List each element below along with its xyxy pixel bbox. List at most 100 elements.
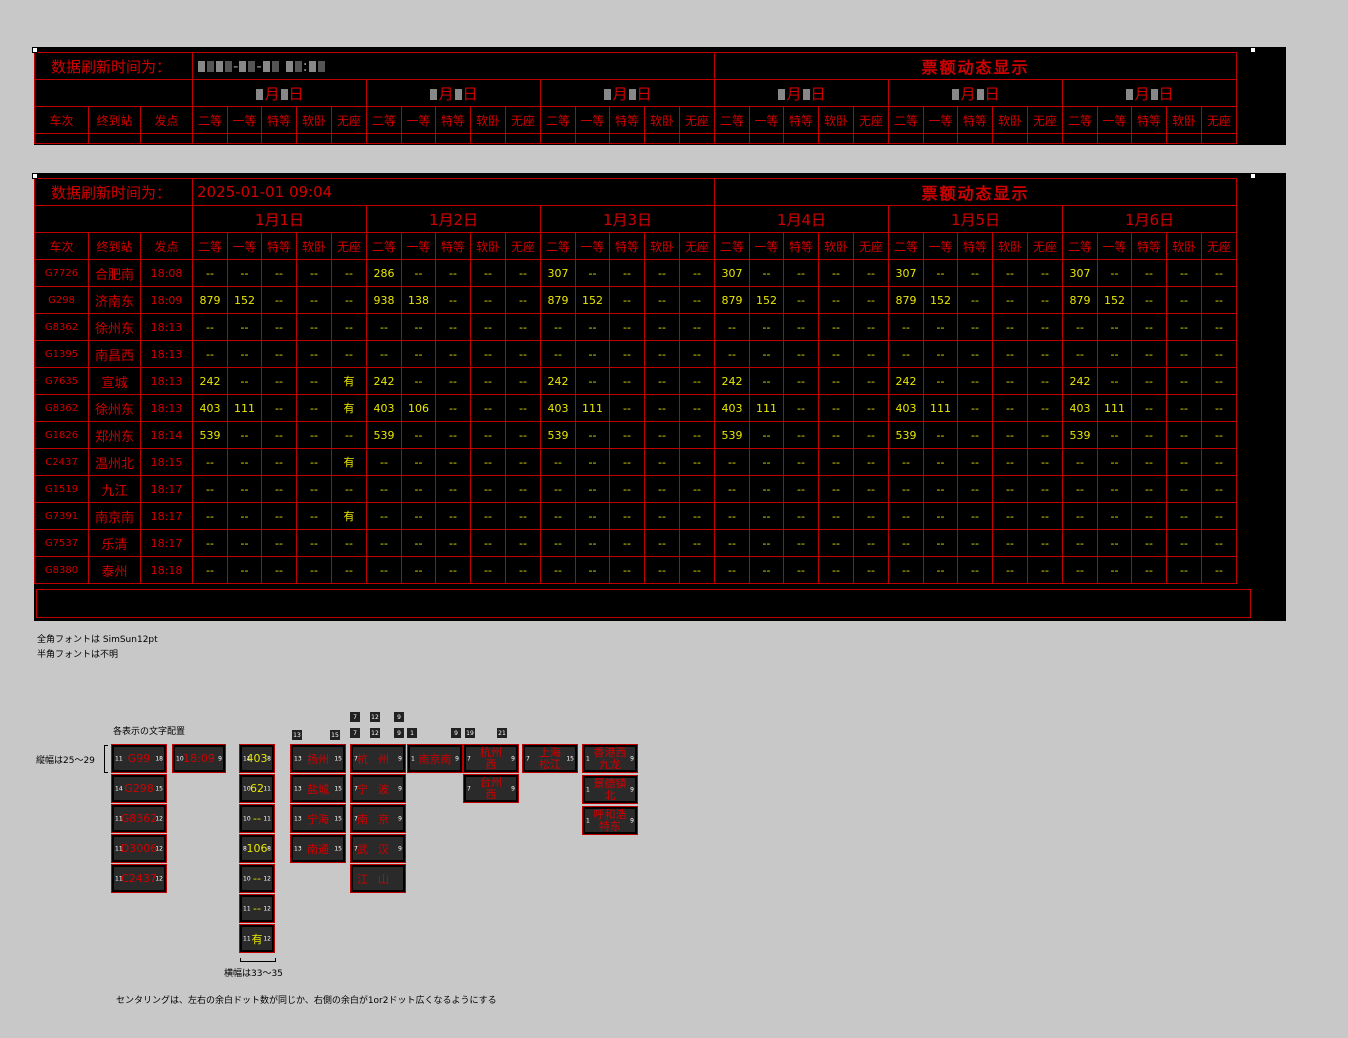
seat-type-header: 一等: [227, 106, 262, 134]
margin-right-dots: 12: [155, 875, 163, 882]
dot-count-tag: 12: [370, 728, 380, 738]
ticket-count: --: [331, 313, 367, 341]
ticket-count: --: [644, 259, 680, 287]
ticket-count: 539: [192, 421, 228, 449]
ticket-count: --: [331, 529, 367, 557]
ticket-count: --: [992, 448, 1028, 476]
seat-type-header: 二等: [714, 232, 750, 260]
margin-right-dots: 12: [263, 935, 271, 942]
margin-right-dots: 15: [334, 845, 342, 852]
ticket-count: 403: [714, 394, 750, 422]
ticket-count: --: [1097, 313, 1132, 341]
train-number: G8380: [34, 556, 89, 584]
margin-left-dots: 7: [354, 755, 358, 762]
ticket-count: --: [853, 502, 889, 530]
departure-time: 18:14: [140, 421, 193, 449]
margin-right-dots: 15: [334, 815, 342, 822]
ticket-count: --: [1131, 259, 1167, 287]
ticket-count: --: [227, 367, 262, 395]
ticket-count: --: [540, 475, 576, 503]
train-number: G1395: [34, 340, 89, 368]
ticket-count: 106: [401, 394, 436, 422]
station-sample: 扬州 13 15: [290, 744, 346, 773]
seat-type-header: 无座: [679, 232, 715, 260]
ticket-count: --: [818, 394, 854, 422]
ticket-count: --: [783, 340, 819, 368]
ticket-count: --: [192, 313, 228, 341]
ticket-count: --: [992, 340, 1028, 368]
ticket-count: --: [644, 286, 680, 314]
seat-type-header: 无座: [331, 106, 367, 134]
col-station: 终到站: [88, 106, 141, 134]
margin-left-dots: 10: [243, 785, 251, 792]
ticket-count: 152: [923, 286, 958, 314]
empty-cell: [331, 133, 367, 144]
ticket-count: 242: [192, 367, 228, 395]
ticket-count: --: [1027, 340, 1063, 368]
ticket-count: --: [227, 421, 262, 449]
ticket-count: 307: [714, 259, 750, 287]
seat-type-header: 特等: [435, 106, 471, 134]
ticket-count: --: [261, 340, 297, 368]
ticket-count: --: [783, 448, 819, 476]
ticket-count: --: [783, 286, 819, 314]
ticket-count: --: [1166, 448, 1202, 476]
ticket-count: --: [1062, 502, 1098, 530]
ticket-count: --: [505, 502, 541, 530]
time-sample: 18:09 10 9: [172, 744, 226, 773]
ticket-count: --: [296, 448, 332, 476]
ticket-count: --: [435, 313, 471, 341]
ticket-count: --: [470, 259, 506, 287]
seat-type-header: 无座: [1201, 232, 1237, 260]
ticket-count: --: [1166, 502, 1202, 530]
margin-right-dots: 11: [263, 785, 271, 792]
ticket-count: --: [957, 529, 993, 557]
ticket-count: --: [540, 502, 576, 530]
ticket-count: 879: [540, 286, 576, 314]
margin-right-dots: 9: [630, 786, 634, 793]
ticket-count: --: [505, 475, 541, 503]
destination-station: 徐州东: [88, 313, 141, 341]
ticket-count: 有: [331, 502, 367, 530]
ticket-count: --: [853, 556, 889, 584]
dot-count-tag: 15: [330, 730, 340, 740]
train-sample: G298 14 15: [111, 774, 167, 803]
ticket-count: --: [1062, 313, 1098, 341]
ticket-count: --: [679, 367, 715, 395]
ticket-count: --: [609, 340, 645, 368]
ticket-count: --: [401, 340, 436, 368]
ticket-count: 539: [888, 421, 924, 449]
ticket-count: 242: [1062, 367, 1098, 395]
ticket-count: --: [783, 475, 819, 503]
dot-count-tag: 12: [370, 712, 380, 722]
station-line-top: 杭州: [480, 745, 502, 759]
ticket-count: --: [818, 340, 854, 368]
empty-cell: [34, 133, 89, 144]
ticket-count: --: [470, 286, 506, 314]
chip-text: 南京南: [410, 747, 460, 770]
destination-station: 南昌西: [88, 340, 141, 368]
ticket-count: --: [1166, 475, 1202, 503]
ticket-count: --: [505, 529, 541, 557]
ticket-count: --: [470, 502, 506, 530]
ticket-count: --: [957, 313, 993, 341]
seat-type-header: 一等: [749, 106, 784, 134]
ticket-count: 403: [192, 394, 228, 422]
ticket-count: --: [296, 367, 332, 395]
ticket-count: 242: [366, 367, 402, 395]
ticket-count: 307: [540, 259, 576, 287]
ticket-count: --: [749, 340, 784, 368]
ticket-count: --: [609, 475, 645, 503]
ticket-count: --: [1097, 448, 1132, 476]
ticket-count: --: [888, 556, 924, 584]
ticket-count: --: [1062, 529, 1098, 557]
ticket-count: --: [505, 421, 541, 449]
ticket-count: --: [749, 367, 784, 395]
ticket-count: --: [888, 475, 924, 503]
ticket-count: --: [644, 475, 680, 503]
ticket-count: --: [470, 421, 506, 449]
ticket-count: --: [192, 475, 228, 503]
ticket-count: --: [505, 556, 541, 584]
seat-type-header: 一等: [923, 232, 958, 260]
margin-right-dots: 9: [511, 755, 515, 762]
